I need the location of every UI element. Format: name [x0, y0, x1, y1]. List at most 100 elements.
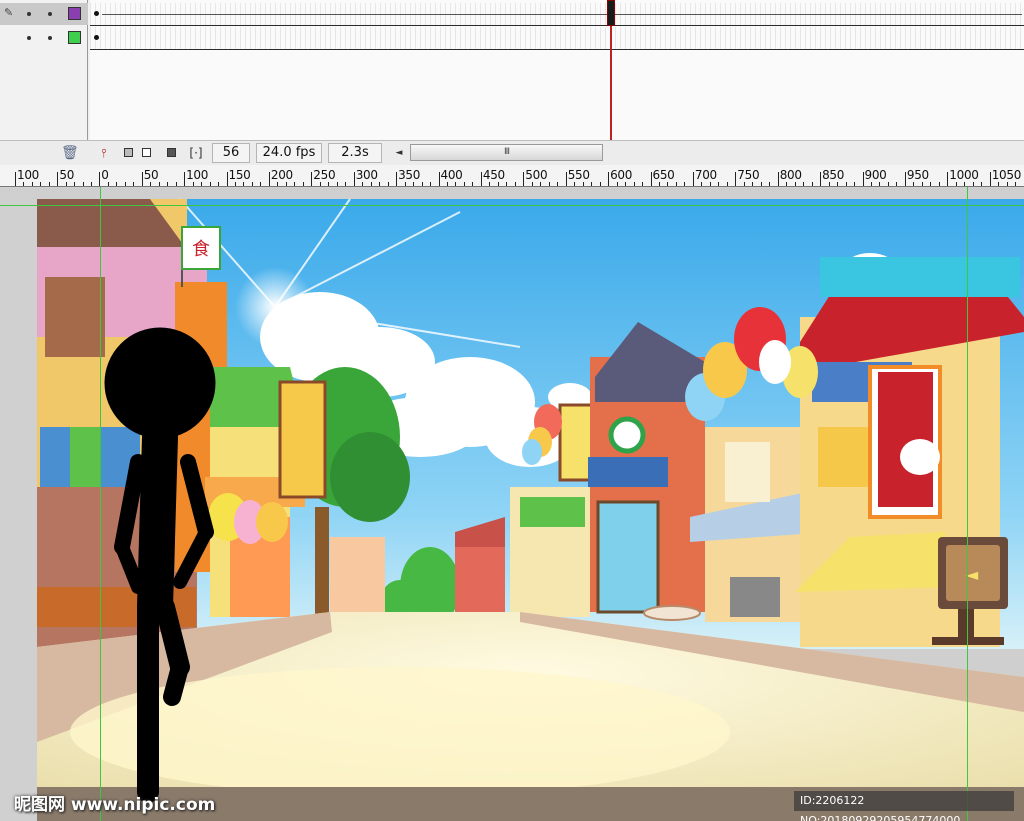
flag-sign-text: 食: [192, 239, 210, 260]
ruler-minor-tick: [1006, 182, 1008, 186]
keyframe-icon[interactable]: [94, 35, 99, 40]
ruler-minor-tick: [421, 182, 423, 186]
ruler-minor-tick: [684, 182, 686, 186]
ruler-minor-tick: [658, 182, 660, 186]
ruler-minor-tick: [811, 182, 813, 186]
ruler-tick: [692, 172, 694, 186]
ruler-minor-tick: [633, 182, 635, 186]
layer-row-2[interactable]: [0, 27, 88, 49]
ruler-minor-tick: [718, 182, 720, 186]
ruler-tick: [862, 172, 864, 186]
keyframe-icon[interactable]: [94, 11, 99, 16]
ruler-minor-tick: [921, 182, 923, 186]
ruler-minor-tick: [540, 182, 542, 186]
ruler-label: 150: [228, 168, 251, 182]
ruler-label: 500: [525, 168, 548, 182]
ruler-minor-tick: [175, 182, 177, 186]
ruler-minor-tick: [591, 182, 593, 186]
ruler-minor-tick: [336, 182, 338, 186]
trash-icon[interactable]: 🗑: [61, 145, 79, 161]
ruler-minor-tick: [913, 182, 915, 186]
ruler-minor-tick: [531, 182, 533, 186]
onion-skin-icon[interactable]: [120, 145, 136, 161]
ruler-label: 1000: [949, 168, 979, 182]
timeline-panel: ✎ 🗑 ⫯ [·] 56 24.0 fps 2.3s ◄ III: [0, 0, 1024, 165]
ruler-minor-tick: [769, 182, 771, 186]
scroll-left-arrow-icon[interactable]: ◄: [392, 145, 406, 161]
layer-outline-swatch[interactable]: [68, 31, 81, 44]
ruler-minor-tick: [972, 182, 974, 186]
stage-artwork: 食 ◄: [0, 198, 1024, 821]
modify-onion-markers-icon[interactable]: [·]: [188, 145, 204, 161]
frame-row-2[interactable]: [90, 27, 1024, 50]
frame-rate-field[interactable]: 24.0 fps: [256, 143, 322, 163]
watermark-id: ID:2206122 NO:20180929205954774000: [794, 791, 1014, 821]
ruler-minor-tick: [387, 182, 389, 186]
frame-grid[interactable]: [90, 0, 1024, 140]
ruler-minor-tick: [328, 182, 330, 186]
ruler-minor-tick: [506, 182, 508, 186]
ruler-minor-tick: [794, 182, 796, 186]
edit-multiple-frames-icon[interactable]: [163, 145, 179, 161]
ruler-minor-tick: [319, 182, 321, 186]
ruler-tick: [947, 172, 949, 186]
ruler-minor-tick: [234, 182, 236, 186]
guide-line-vertical[interactable]: [967, 187, 968, 821]
ruler-tick: [904, 172, 906, 186]
ruler-minor-tick: [701, 182, 703, 186]
ruler-minor-tick: [828, 182, 830, 186]
ruler-tick: [396, 172, 398, 186]
ruler-minor-tick: [251, 182, 253, 186]
lock-dot-icon[interactable]: [48, 36, 52, 40]
stage-area[interactable]: 食 ◄ 昵图网 www.nipic.com ID:2206122 NO:2018…: [0, 187, 1024, 821]
ruler-tick: [226, 172, 228, 186]
ruler-minor-tick: [430, 182, 432, 186]
layer-row-1[interactable]: ✎: [0, 3, 88, 25]
onion-skin-outlines-icon[interactable]: [138, 145, 154, 161]
tween-line: [102, 14, 1022, 15]
center-frame-icon[interactable]: ⫯: [96, 145, 112, 161]
visibility-dot-icon[interactable]: [27, 36, 31, 40]
ruler-minor-tick: [446, 182, 448, 186]
ruler-label: 750: [737, 168, 760, 182]
ruler-label: 450: [482, 168, 505, 182]
ruler-minor-tick: [955, 182, 957, 186]
ruler-label: 800: [779, 168, 802, 182]
ruler-tick: [480, 172, 482, 186]
ruler-tick: [268, 172, 270, 186]
visibility-dot-icon[interactable]: [27, 12, 31, 16]
ruler-tick: [989, 172, 991, 186]
lock-dot-icon[interactable]: [48, 12, 52, 16]
guide-line-vertical[interactable]: [100, 187, 101, 821]
ruler-tick: [57, 172, 59, 186]
layer-outline-swatch[interactable]: [68, 7, 81, 20]
timeline-scrollbar-thumb[interactable]: III: [410, 144, 603, 161]
ruler-minor-tick: [158, 182, 160, 186]
flash-editor-window: ✎ 🗑 ⫯ [·] 56 24.0 fps 2.3s ◄ III 100 50 …: [0, 0, 1024, 821]
ruler-tick: [820, 172, 822, 186]
ruler-minor-tick: [667, 182, 669, 186]
ruler-minor-tick: [404, 182, 406, 186]
ruler-minor-tick: [675, 182, 677, 186]
ruler-minor-tick: [854, 182, 856, 186]
frame-row-1[interactable]: [90, 3, 1024, 26]
ruler-label: 0: [101, 168, 109, 182]
ruler-minor-tick: [497, 182, 499, 186]
ruler-tick: [777, 172, 779, 186]
ruler-minor-tick: [107, 182, 109, 186]
elapsed-time-field: 2.3s: [328, 143, 382, 163]
ruler-minor-tick: [803, 182, 805, 186]
ruler-tick: [15, 172, 16, 186]
ruler-minor-tick: [302, 182, 304, 186]
ruler-minor-tick: [209, 182, 211, 186]
ruler-tick: [184, 172, 186, 186]
ruler-minor-tick: [362, 182, 364, 186]
ruler-tick: [608, 172, 610, 186]
ruler-minor-tick: [786, 182, 788, 186]
ruler-minor-tick: [574, 182, 576, 186]
ruler-minor-tick: [455, 182, 457, 186]
ruler-minor-tick: [218, 182, 220, 186]
playhead-handle[interactable]: [607, 0, 615, 26]
guide-line-horizontal[interactable]: [0, 205, 1024, 206]
ruler-minor-tick: [167, 182, 169, 186]
